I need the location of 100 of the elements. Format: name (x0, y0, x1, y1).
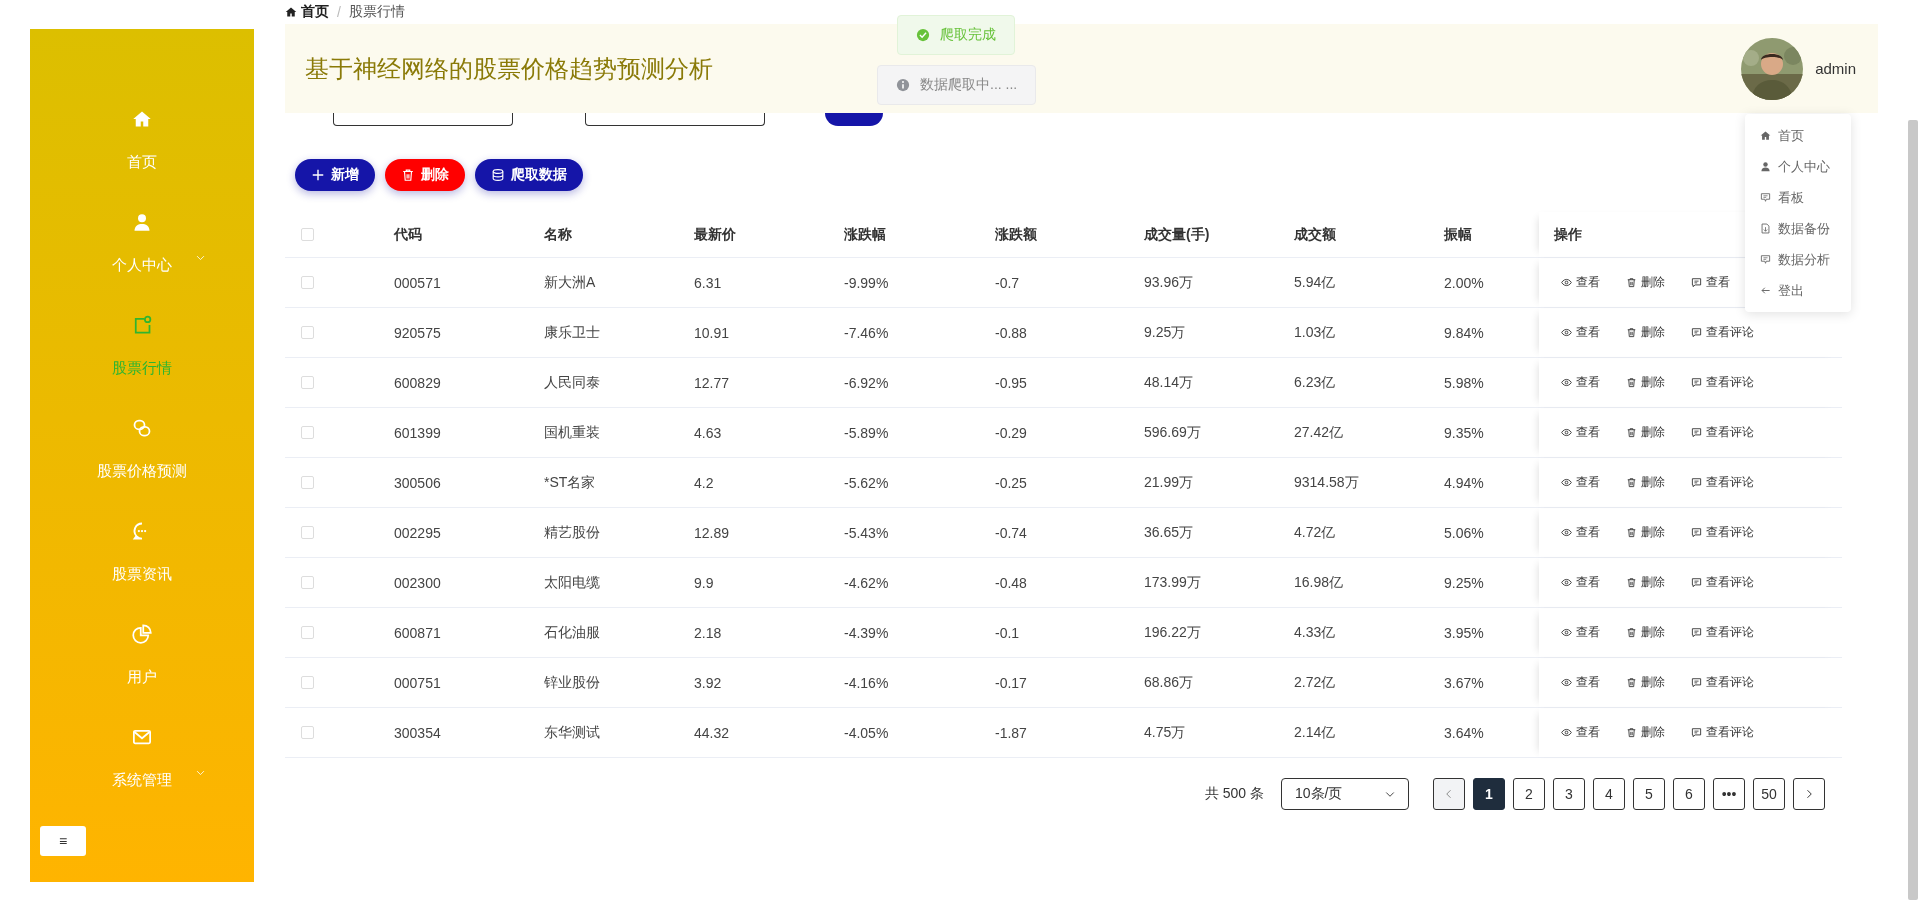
delete-link[interactable]: 删除 (1626, 574, 1665, 591)
comment-icon (1691, 377, 1702, 388)
comment-link[interactable]: 查看 (1691, 274, 1730, 291)
checkbox[interactable] (301, 526, 314, 539)
column-header: 成交量(手) (1143, 225, 1211, 244)
plus-icon (311, 168, 325, 182)
toast-message: 爬取完成 (897, 15, 1015, 55)
checkbox[interactable] (301, 576, 314, 589)
input-field[interactable] (333, 113, 513, 126)
search-button[interactable] (825, 113, 883, 126)
view-link[interactable]: 查看 (1561, 474, 1600, 491)
comment-link[interactable]: 查看评论 (1691, 624, 1754, 641)
checkbox[interactable] (301, 426, 314, 439)
menu-item[interactable]: 看板 (1745, 182, 1851, 213)
comment-link[interactable]: 查看评论 (1691, 574, 1754, 591)
column-header: 成交额 (1293, 225, 1337, 244)
comment-link[interactable]: 查看评论 (1691, 424, 1754, 441)
view-link[interactable]: 查看 (1561, 424, 1600, 441)
comment-link[interactable]: 查看评论 (1691, 524, 1754, 541)
view-link[interactable]: 查看 (1561, 324, 1600, 341)
view-link[interactable]: 查看 (1561, 524, 1600, 541)
breadcrumb-link[interactable]: 首页 (285, 3, 329, 21)
table-cell-text: -4.05% (843, 724, 890, 741)
page-size-select[interactable]: 10条/页 (1281, 778, 1409, 810)
page-button[interactable]: 2 (1513, 778, 1545, 810)
delete-link[interactable]: 删除 (1626, 274, 1665, 291)
table-cell-text: 2.00% (1443, 274, 1485, 291)
menu-item[interactable]: 个人中心 (1745, 151, 1851, 182)
delete-link[interactable]: 删除 (1626, 524, 1665, 541)
view-link[interactable]: 查看 (1561, 624, 1600, 641)
table-cell-text: 44.32 (693, 724, 731, 741)
delete-link[interactable]: 删除 (1626, 324, 1665, 341)
table-cell-text: -4.39% (843, 624, 890, 641)
page-button[interactable]: 1 (1473, 778, 1505, 810)
delete-link[interactable]: 删除 (1626, 624, 1665, 641)
table-cell-text: 6.23亿 (1293, 373, 1337, 392)
view-link[interactable]: 查看 (1561, 574, 1600, 591)
delete-link[interactable]: 删除 (1626, 374, 1665, 391)
table-cell-text: 3.64% (1443, 724, 1485, 741)
view-link[interactable]: 查看 (1561, 274, 1600, 291)
collapse-button[interactable]: ≡ (40, 826, 86, 856)
table-cell-text: -4.62% (843, 574, 890, 591)
page-button[interactable]: ••• (1713, 778, 1745, 810)
checkbox[interactable] (301, 228, 314, 241)
checkbox[interactable] (301, 676, 314, 689)
crawl-button[interactable]: 爬取数据 (475, 159, 583, 191)
comment-icon (1691, 677, 1702, 688)
page-button[interactable]: 5 (1633, 778, 1665, 810)
table-cell-text: 9.84% (1443, 324, 1485, 341)
username[interactable]: admin (1815, 60, 1856, 77)
user-icon (132, 212, 152, 232)
document-icon (1760, 223, 1771, 234)
comment-icon (1691, 427, 1702, 438)
delete-link[interactable]: 删除 (1626, 424, 1665, 441)
table-cell-text: -5.62% (843, 474, 890, 491)
delete-link[interactable]: 删除 (1626, 674, 1665, 691)
checkbox[interactable] (301, 726, 314, 739)
comment-link[interactable]: 查看评论 (1691, 724, 1754, 741)
menu-item[interactable]: 数据备份 (1745, 213, 1851, 244)
delete-button[interactable]: 删除 (385, 159, 465, 191)
board-icon (1760, 254, 1771, 265)
table-cell-text: 5.06% (1443, 524, 1485, 541)
comment-link[interactable]: 查看评论 (1691, 324, 1754, 341)
table-cell-text: 2.14亿 (1293, 723, 1337, 742)
table-cell-text: 002295 (393, 524, 442, 541)
view-link[interactable]: 查看 (1561, 674, 1600, 691)
page-button[interactable]: 3 (1553, 778, 1585, 810)
checkbox[interactable] (301, 326, 314, 339)
table-cell-text: 2.18 (693, 624, 723, 641)
menu-item[interactable]: 首页 (1745, 120, 1851, 151)
database-icon (491, 168, 505, 182)
next-page-button[interactable] (1793, 778, 1825, 810)
input-field[interactable] (585, 113, 765, 126)
checkbox[interactable] (301, 376, 314, 389)
table-cell-text: 173.99万 (1143, 573, 1202, 592)
checkbox[interactable] (301, 276, 314, 289)
checkbox[interactable] (301, 626, 314, 639)
checkbox[interactable] (301, 476, 314, 489)
delete-link[interactable]: 删除 (1626, 724, 1665, 741)
eye-icon (1561, 327, 1572, 338)
table-cell-text: 4.75万 (1143, 723, 1187, 742)
comment-link[interactable]: 查看评论 (1691, 674, 1754, 691)
view-link[interactable]: 查看 (1561, 374, 1600, 391)
trash-icon (1626, 477, 1637, 488)
scrollbar[interactable] (1908, 120, 1918, 900)
home-icon (285, 6, 297, 18)
comment-icon (1691, 727, 1702, 738)
view-link[interactable]: 查看 (1561, 724, 1600, 741)
comment-link[interactable]: 查看评论 (1691, 374, 1754, 391)
table-cell-text: 太阳电缆 (543, 573, 601, 592)
mail-icon (132, 727, 152, 747)
menu-item[interactable]: 数据分析 (1745, 244, 1851, 275)
page-button[interactable]: 6 (1673, 778, 1705, 810)
page-button[interactable]: 4 (1593, 778, 1625, 810)
comment-link[interactable]: 查看评论 (1691, 474, 1754, 491)
page-button[interactable]: 50 (1753, 778, 1785, 810)
menu-item[interactable]: 登出 (1745, 275, 1851, 306)
table-cell-text: 68.86万 (1143, 673, 1195, 692)
add-button[interactable]: 新增 (295, 159, 375, 191)
delete-link[interactable]: 删除 (1626, 474, 1665, 491)
